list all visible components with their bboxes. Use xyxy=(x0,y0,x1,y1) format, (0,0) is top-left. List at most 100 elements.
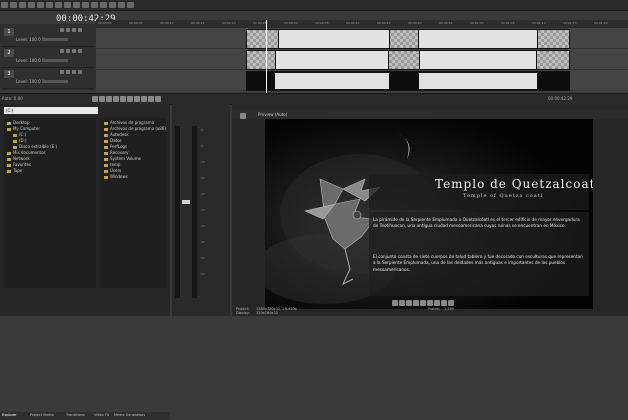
solo-icon[interactable] xyxy=(66,70,70,74)
next-frame-icon[interactable] xyxy=(448,300,454,306)
track-header[interactable]: 1 Level: 100.0 % xyxy=(2,26,94,47)
prev-frame-icon[interactable] xyxy=(441,300,447,306)
help-icon[interactable] xyxy=(127,2,134,8)
ruler-tick: 00:01:15 xyxy=(563,21,577,25)
list-item[interactable]: Windows xyxy=(104,174,128,179)
menu-icon[interactable] xyxy=(78,28,82,32)
menu-icon[interactable] xyxy=(78,49,82,53)
pause-icon[interactable] xyxy=(413,300,419,306)
tree-item[interactable]: (D:) xyxy=(13,138,27,143)
track-buttons[interactable] xyxy=(60,28,90,34)
level-slider[interactable] xyxy=(42,59,68,62)
text-clip[interactable] xyxy=(418,72,538,90)
save-icon[interactable] xyxy=(19,2,26,8)
envelope-tool-icon[interactable] xyxy=(109,2,116,8)
preview-quality-select[interactable]: Preview (Auto) xyxy=(258,112,287,117)
mute-icon[interactable] xyxy=(60,70,64,74)
menu-icon[interactable] xyxy=(78,70,82,74)
prev-frame-icon[interactable] xyxy=(148,96,154,102)
settings-icon[interactable] xyxy=(240,113,246,119)
audio-mixer: -3 -9 -15 -21 -27 -33 -39 -45 -51 -57 xyxy=(172,104,230,316)
copy-icon[interactable] xyxy=(55,2,62,8)
stop-icon[interactable] xyxy=(420,300,426,306)
list-item[interactable]: temp xyxy=(104,162,120,167)
list-item[interactable]: PerfLogs xyxy=(104,144,127,149)
file-list[interactable]: Archivos de programa Archivos de program… xyxy=(100,118,166,288)
play-icon[interactable] xyxy=(406,300,412,306)
go-to-end-icon[interactable] xyxy=(434,300,440,306)
loop-icon[interactable] xyxy=(99,96,105,102)
top-toolbar xyxy=(0,0,628,11)
loop-icon[interactable] xyxy=(392,300,398,306)
tree-item[interactable]: (C:) xyxy=(13,132,26,137)
tab-project-media[interactable]: Project Media xyxy=(30,413,54,417)
fx-icon[interactable] xyxy=(72,49,76,53)
level-slider[interactable] xyxy=(42,38,68,41)
go-to-end-icon[interactable] xyxy=(141,96,147,102)
go-to-start-icon[interactable] xyxy=(427,300,433,306)
properties-icon[interactable] xyxy=(37,2,44,8)
list-item[interactable]: Datos xyxy=(104,138,122,143)
redo-icon[interactable] xyxy=(82,2,89,8)
video-clip[interactable] xyxy=(278,29,390,49)
selection-tool-icon[interactable] xyxy=(118,2,125,8)
track-lane[interactable] xyxy=(96,28,628,49)
new-icon[interactable] xyxy=(1,2,8,8)
solo-icon[interactable] xyxy=(66,28,70,32)
tree-item[interactable]: Tape xyxy=(7,168,22,173)
tree-item[interactable]: Network xyxy=(7,156,30,161)
stop-icon[interactable] xyxy=(127,96,133,102)
open-icon[interactable] xyxy=(10,2,17,8)
paste-icon[interactable] xyxy=(64,2,71,8)
text-clip[interactable] xyxy=(274,72,390,90)
play-icon[interactable] xyxy=(113,96,119,102)
solo-icon[interactable] xyxy=(66,49,70,53)
record-icon[interactable] xyxy=(92,96,98,102)
list-item[interactable]: Recovery xyxy=(104,150,129,155)
tree-item[interactable]: Favorites xyxy=(7,162,31,167)
tab-video-fx[interactable]: Video FX xyxy=(94,413,109,417)
tab-transitions[interactable]: Transitions xyxy=(66,413,85,417)
tree-item[interactable]: Mis documentos xyxy=(7,150,46,155)
timeline-tracks[interactable] xyxy=(96,28,628,92)
tab-media-generators[interactable]: Media Generators xyxy=(114,413,145,417)
render-icon[interactable] xyxy=(28,2,35,8)
track-lane[interactable] xyxy=(96,70,628,91)
track-lane[interactable] xyxy=(96,49,628,70)
list-item[interactable]: Users xyxy=(104,168,121,173)
next-frame-icon[interactable] xyxy=(155,96,161,102)
list-item[interactable]: Autodesk xyxy=(104,132,129,137)
go-to-start-icon[interactable] xyxy=(134,96,140,102)
master-fader[interactable] xyxy=(182,200,190,204)
tree-item[interactable]: Desktop xyxy=(7,120,30,125)
track-header[interactable]: 2 Level: 100.0 % xyxy=(2,47,94,68)
mute-icon[interactable] xyxy=(60,49,64,53)
playhead-cursor[interactable] xyxy=(266,20,267,94)
track-header[interactable]: 3 Level: 100.0 % xyxy=(2,68,94,89)
fx-icon[interactable] xyxy=(72,28,76,32)
folder-tree[interactable]: Desktop My Computer (C:) (D:) Disco extr… xyxy=(4,118,96,288)
list-item[interactable]: System Volume xyxy=(104,156,141,161)
level-slider[interactable] xyxy=(42,80,68,83)
video-clip[interactable] xyxy=(536,50,570,70)
snap-icon[interactable] xyxy=(91,2,98,8)
list-item[interactable]: Archivos de programa xyxy=(104,120,154,125)
video-clip[interactable] xyxy=(246,50,276,70)
list-item[interactable]: Archivos de programa (x86) xyxy=(104,126,166,131)
undo-icon[interactable] xyxy=(73,2,80,8)
tree-item[interactable]: My Computer xyxy=(7,126,40,131)
tree-item[interactable]: Disco extraíble (E:) xyxy=(13,144,57,149)
cut-icon[interactable] xyxy=(46,2,53,8)
normal-edit-tool-icon[interactable] xyxy=(100,2,107,8)
video-clip[interactable] xyxy=(388,50,420,70)
fx-icon[interactable] xyxy=(72,70,76,74)
track-buttons[interactable] xyxy=(60,49,90,55)
explorer-path-field[interactable]: (C:) xyxy=(4,107,98,114)
track-buttons[interactable] xyxy=(60,70,90,76)
pause-icon[interactable] xyxy=(120,96,126,102)
mute-icon[interactable] xyxy=(60,28,64,32)
video-clip[interactable] xyxy=(418,29,538,49)
tab-explorer[interactable]: Explorer xyxy=(2,413,17,417)
play-from-start-icon[interactable] xyxy=(106,96,112,102)
play-from-start-icon[interactable] xyxy=(399,300,405,306)
